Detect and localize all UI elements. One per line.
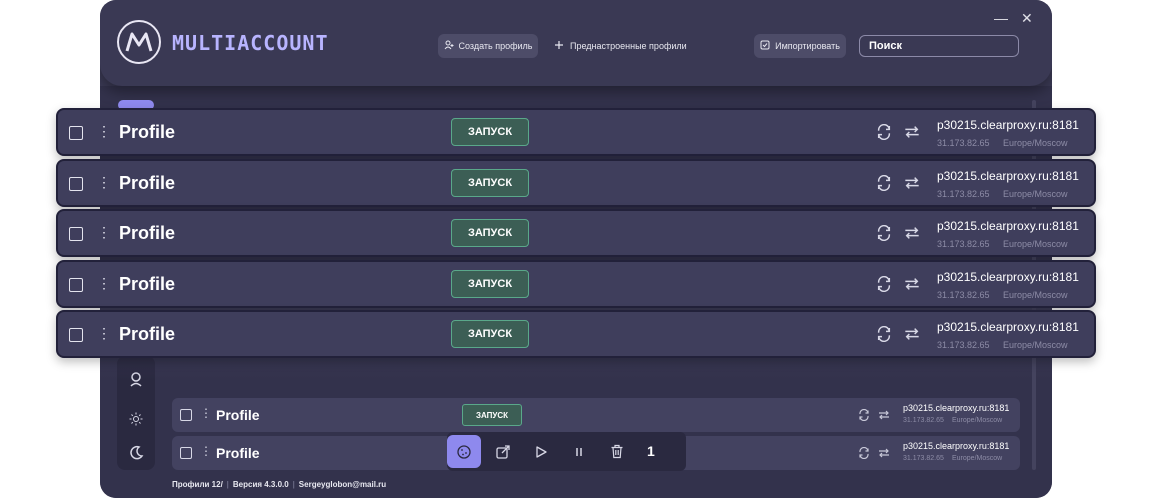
run-button[interactable]: ЗАПУСК — [451, 270, 529, 298]
proxy-ip: 31.173.82.65 — [903, 455, 944, 462]
more-options-icon[interactable]: ⋮ — [97, 325, 111, 342]
timezone: Europe/Moscow — [1003, 189, 1068, 199]
run-button[interactable]: ЗАПУСК — [451, 320, 529, 348]
external-link-icon[interactable] — [486, 435, 520, 468]
play-icon[interactable] — [524, 435, 558, 468]
profile-name: Profile — [119, 223, 176, 243]
close-icon[interactable]: ✕ — [1021, 10, 1033, 27]
proxy-address: p30215.clearproxy.ru:8181 — [903, 441, 1010, 451]
refresh-icon[interactable] — [858, 446, 870, 464]
more-options-icon[interactable]: ⋮ — [97, 224, 111, 241]
refresh-icon[interactable] — [858, 408, 870, 426]
user-email: Sergeyglobon@mail.ru — [298, 480, 387, 489]
refresh-icon[interactable] — [876, 224, 892, 246]
run-button[interactable]: ЗАПУСК — [451, 219, 529, 247]
profile-card[interactable]: ⋮ Profile ЗАПУСК p30215.clearproxy.ru:81… — [56, 108, 1096, 156]
refresh-icon[interactable] — [876, 275, 892, 297]
run-button[interactable]: ЗАПУСК — [462, 404, 522, 426]
row-checkbox[interactable] — [180, 409, 192, 421]
logo-icon — [117, 20, 161, 64]
row-checkbox[interactable] — [69, 227, 83, 241]
profile-name: Profile — [216, 407, 260, 423]
minimize-icon[interactable]: — — [994, 10, 1008, 26]
row-checkbox[interactable] — [180, 447, 192, 459]
import-icon — [760, 40, 770, 52]
swap-icon[interactable] — [904, 225, 920, 246]
more-options-icon[interactable]: ⋮ — [97, 123, 111, 140]
refresh-icon[interactable] — [876, 325, 892, 347]
proxy-ip: 31.173.82.65 — [937, 340, 990, 350]
more-options-icon[interactable]: ⋮ — [97, 174, 111, 191]
plus-icon — [554, 40, 564, 52]
status-bar: Профили 12/| Версия 4.3.0.0 | Sergeyglobon@… — [172, 480, 387, 489]
profile-name: Profile — [216, 445, 260, 461]
row-checkbox[interactable] — [69, 278, 83, 292]
profile-name: Profile — [119, 173, 176, 193]
timezone: Europe/Moscow — [1003, 138, 1068, 148]
selected-count: 1 — [647, 443, 655, 459]
trash-icon[interactable] — [600, 435, 634, 468]
add-user-icon — [444, 40, 454, 52]
timezone: Europe/Moscow — [952, 417, 1003, 424]
logo-text: MULTIACCOUNT — [172, 31, 329, 55]
create-profile-label: Создать профиль — [458, 41, 533, 51]
app-version: Версия 4.3.0.0 — [232, 480, 289, 489]
search-input[interactable] — [859, 35, 1019, 57]
proxy-address: p30215.clearproxy.ru:8181 — [937, 270, 1079, 284]
timezone: Europe/Moscow — [1003, 290, 1068, 300]
timezone: Europe/Moscow — [1003, 239, 1068, 249]
profile-name: Profile — [119, 324, 176, 344]
proxy-ip: 31.173.82.65 — [937, 239, 990, 249]
more-options-icon[interactable]: ⋮ — [97, 275, 111, 292]
proxy-address: p30215.clearproxy.ru:8181 — [937, 169, 1079, 183]
profile-name: Profile — [119, 122, 176, 142]
profile-card[interactable]: ⋮ Profile ЗАПУСК p30215.clearproxy.ru:81… — [56, 209, 1096, 257]
header: MULTIACCOUNT Создать профиль Преднастрое… — [100, 0, 1052, 86]
proxy-ip: 31.173.82.65 — [937, 290, 990, 300]
profile-card[interactable]: ⋮ Profile ЗАПУСК p30215.clearproxy.ru:81… — [56, 310, 1096, 358]
profiles-count: Профили 12/ — [172, 480, 223, 489]
profile-name: Profile — [119, 274, 176, 294]
swap-icon[interactable] — [878, 408, 890, 426]
preset-profiles-button[interactable]: Преднастроенные профили — [554, 34, 687, 58]
row-checkbox[interactable] — [69, 177, 83, 191]
swap-icon[interactable] — [904, 175, 920, 196]
row-checkbox[interactable] — [69, 126, 83, 140]
moon-icon[interactable] — [117, 434, 155, 472]
profile-card[interactable]: ⋮ Profile ЗАПУСК p30215.clearproxy.ru:81… — [56, 159, 1096, 207]
timezone: Europe/Moscow — [952, 455, 1003, 462]
preset-profiles-label: Преднастроенные профили — [570, 41, 687, 51]
timezone: Europe/Moscow — [1003, 340, 1068, 350]
refresh-icon[interactable] — [876, 174, 892, 196]
cookie-icon[interactable] — [447, 435, 481, 468]
proxy-address: p30215.clearproxy.ru:8181 — [937, 320, 1079, 334]
more-options-icon[interactable]: ⋮ — [200, 406, 212, 420]
refresh-icon[interactable] — [876, 123, 892, 145]
swap-icon[interactable] — [878, 446, 890, 464]
import-button[interactable]: Импортировать — [754, 34, 846, 58]
proxy-address: p30215.clearproxy.ru:8181 — [937, 219, 1079, 233]
proxy-ip: 31.173.82.65 — [937, 138, 990, 148]
proxy-ip: 31.173.82.65 — [903, 417, 944, 424]
row-checkbox[interactable] — [69, 328, 83, 342]
swap-icon[interactable] — [904, 326, 920, 347]
swap-icon[interactable] — [904, 124, 920, 145]
profile-row[interactable]: ⋮ Profile ЗАПУСК p30215.clearproxy.ru:81… — [172, 398, 1020, 432]
more-options-icon[interactable]: ⋮ — [200, 444, 212, 458]
profile-card[interactable]: ⋮ Profile ЗАПУСК p30215.clearproxy.ru:81… — [56, 260, 1096, 308]
proxy-ip: 31.173.82.65 — [937, 189, 990, 199]
pause-icon[interactable] — [562, 435, 596, 468]
run-button[interactable]: ЗАПУСК — [451, 169, 529, 197]
sun-icon[interactable] — [117, 400, 155, 438]
proxy-address: p30215.clearproxy.ru:8181 — [937, 118, 1079, 132]
proxy-address: p30215.clearproxy.ru:8181 — [903, 403, 1010, 413]
run-button[interactable]: ЗАПУСК — [451, 118, 529, 146]
import-label: Импортировать — [775, 41, 840, 51]
swap-icon[interactable] — [904, 276, 920, 297]
bulk-action-toolbar: 1 — [447, 432, 686, 471]
create-profile-button[interactable]: Создать профиль — [438, 34, 538, 58]
